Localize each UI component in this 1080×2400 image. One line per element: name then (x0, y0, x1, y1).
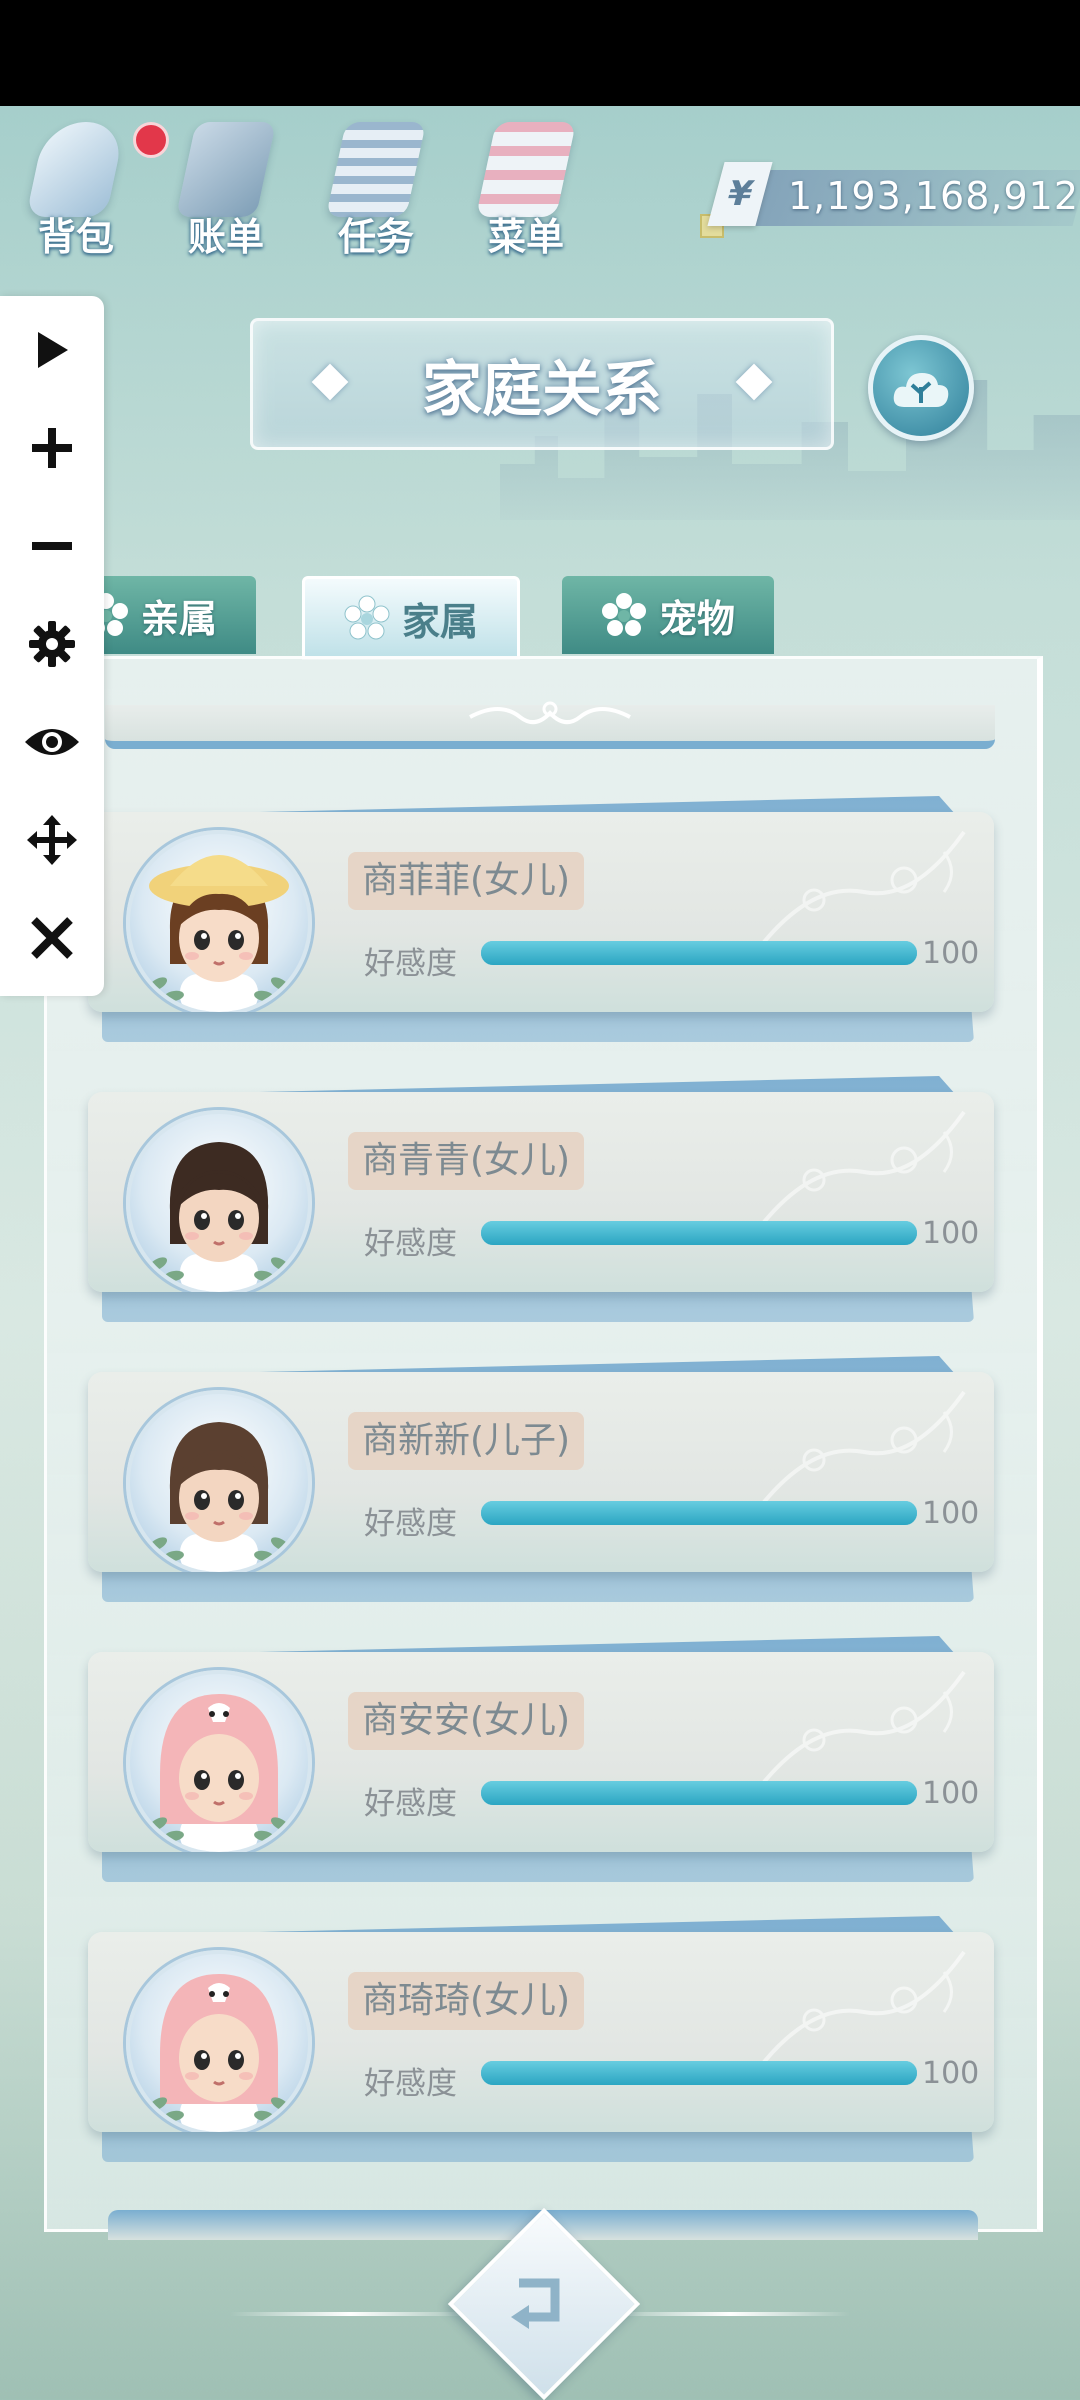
task-button[interactable]: 任务 (306, 110, 446, 260)
family-member-card[interactable]: 商青青(女儿) 好感度 100 (88, 1076, 994, 1322)
close-button[interactable] (22, 908, 82, 968)
family-member-card[interactable]: 商琦琦(女儿) 好感度 100 (88, 1916, 994, 2162)
card-face: 商菲菲(女儿) 好感度 100 (88, 812, 994, 1012)
affection-label: 好感度 (364, 2066, 457, 2102)
affection-fill (481, 1781, 917, 1805)
family-member-card[interactable]: 商安安(女儿) 好感度 100 (88, 1636, 994, 1882)
character-portrait-icon (148, 1694, 290, 1852)
tab-family-label: 家属 (401, 599, 478, 644)
affection-fill (481, 1501, 917, 1525)
member-name: 商琦琦(女儿) (348, 1972, 585, 2030)
money-display: ¥ 1,193,168,912 (700, 162, 1080, 238)
minus-icon (32, 542, 72, 550)
divider (610, 2312, 850, 2316)
member-name: 商新新(儿子) (348, 1412, 585, 1470)
zoom-out-button[interactable] (22, 516, 82, 576)
bill-icon (175, 122, 277, 217)
divider (230, 2312, 470, 2316)
affection-label: 好感度 (364, 1226, 457, 1262)
character-portrait-icon (148, 1422, 290, 1572)
tab-relatives-label: 亲属 (140, 596, 217, 641)
cloud-tree-icon (893, 373, 949, 407)
status-bar (0, 0, 1080, 106)
menu-icon (475, 122, 577, 217)
tab-pets[interactable]: 宠物 (562, 576, 774, 654)
affection-value: 100 (922, 936, 980, 971)
bag-label: 背包 (37, 215, 114, 259)
play-button[interactable] (22, 320, 82, 380)
card-face: 商琦琦(女儿) 好感度 100 (88, 1932, 994, 2132)
bill-label: 账单 (187, 215, 264, 259)
member-name: 商安安(女儿) (348, 1692, 585, 1750)
back-icon (490, 2250, 590, 2350)
character-portrait-icon (148, 855, 290, 1012)
flower-icon (344, 595, 390, 640)
affection-bar (481, 1781, 917, 1805)
bag-icon (25, 122, 127, 217)
close-icon (31, 917, 73, 959)
family-tree-button[interactable] (868, 335, 974, 441)
vine-ornament-icon (762, 1950, 966, 2064)
card-face: 商安安(女儿) 好感度 100 (88, 1652, 994, 1852)
member-name: 商青青(女儿) (348, 1132, 585, 1190)
affection-label: 好感度 (364, 946, 457, 982)
card-face: 商新新(儿子) 好感度 100 (88, 1372, 994, 1572)
affection-bar (481, 2061, 917, 2085)
affection-bar (481, 1221, 917, 1245)
money-value: 1,193,168,912 (788, 174, 1080, 218)
affection-value: 100 (922, 1496, 980, 1531)
zoom-in-button[interactable] (22, 418, 82, 478)
settings-button[interactable] (22, 614, 82, 674)
ornament-icon (469, 701, 631, 725)
task-icon (325, 122, 427, 217)
flower-icon (601, 593, 646, 636)
card-face: 商青青(女儿) 好感度 100 (88, 1092, 994, 1292)
play-icon (38, 332, 68, 368)
avatar[interactable] (126, 830, 312, 1012)
tab-family[interactable]: 家属 (302, 576, 520, 660)
member-name: 商菲菲(女儿) (348, 852, 585, 910)
bill-button[interactable]: 账单 (156, 110, 296, 260)
vine-ornament-icon (762, 1670, 966, 1784)
page-title-plate: 家庭关系 (250, 318, 834, 450)
vine-ornament-icon (762, 1110, 966, 1224)
avatar[interactable] (126, 1390, 312, 1572)
family-member-card[interactable]: 商新新(儿子) 好感度 100 (88, 1356, 994, 1602)
menu-button[interactable]: 菜单 (456, 110, 596, 260)
tab-pets-label: 宠物 (658, 596, 735, 641)
affection-bar (481, 1501, 917, 1525)
menu-label: 菜单 (487, 215, 564, 259)
avatar[interactable] (126, 1670, 312, 1852)
affection-label: 好感度 (364, 1786, 457, 1822)
affection-label: 好感度 (364, 1506, 457, 1542)
plus-icon (32, 428, 72, 468)
floating-toolbar (0, 296, 104, 996)
top-menu: 背包 账单 任务 菜单 ¥ 1,193,168,912 (0, 110, 1080, 270)
affection-value: 100 (922, 1216, 980, 1251)
visibility-button[interactable] (22, 712, 82, 772)
family-member-card[interactable]: 商菲菲(女儿) 好感度 100 (88, 796, 994, 1042)
affection-fill (481, 941, 917, 965)
character-portrait-icon (148, 1142, 290, 1292)
vine-ornament-icon (762, 830, 966, 944)
vine-ornament-icon (762, 1390, 966, 1504)
move-button[interactable] (22, 810, 82, 870)
avatar[interactable] (126, 1110, 312, 1292)
task-label: 任务 (337, 215, 414, 259)
affection-bar (481, 941, 917, 965)
gear-icon (29, 621, 75, 667)
affection-fill (481, 2061, 917, 2085)
move-icon (27, 815, 77, 865)
affection-fill (481, 1221, 917, 1245)
bag-button[interactable]: 背包 (6, 110, 146, 260)
affection-value: 100 (922, 1776, 980, 1811)
eye-icon (25, 729, 79, 755)
character-portrait-icon (148, 1974, 290, 2132)
affection-value: 100 (922, 2056, 980, 2091)
avatar[interactable] (126, 1950, 312, 2132)
